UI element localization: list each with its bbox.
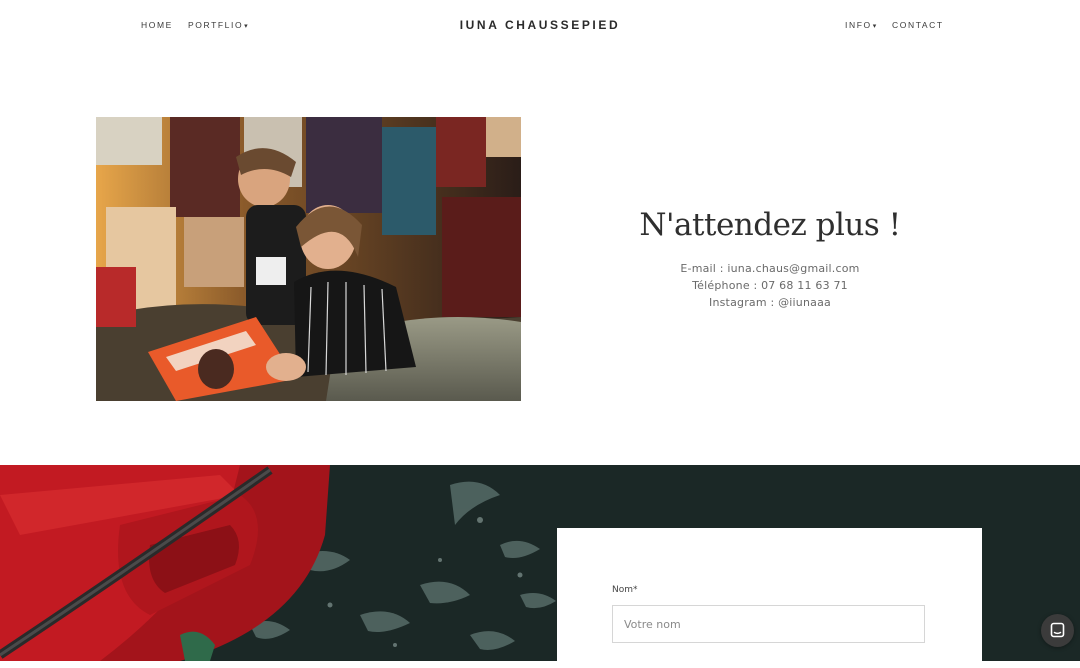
nav-info-label: INFO: [845, 20, 872, 30]
hero-photo: [96, 117, 521, 401]
name-field-label: Nom*: [612, 585, 638, 595]
contact-title: N'attendez plus !: [639, 207, 901, 243]
nav-contact[interactable]: CONTACT: [892, 20, 944, 30]
contact-instagram[interactable]: Instagram : @iiunaaa: [560, 294, 980, 311]
chat-icon: [1041, 614, 1074, 647]
chevron-down-icon: ▾: [872, 23, 878, 30]
nav-contact-label: CONTACT: [892, 20, 944, 30]
contact-phone[interactable]: Téléphone : 07 68 11 63 71: [560, 277, 980, 294]
chat-button[interactable]: [1041, 614, 1074, 647]
nav-info[interactable]: INFO▾: [845, 20, 878, 30]
contact-email[interactable]: E-mail : iuna.chaus@gmail.com: [560, 260, 980, 277]
contact-block: N'attendez plus ! E-mail : iuna.chaus@gm…: [560, 200, 980, 311]
name-field[interactable]: [612, 605, 925, 643]
contact-form: Nom*: [557, 528, 982, 668]
site-header: HOME PORTFLIO▾ IUNA CHAUSSEPIED INFO▾ CO…: [0, 0, 1080, 50]
